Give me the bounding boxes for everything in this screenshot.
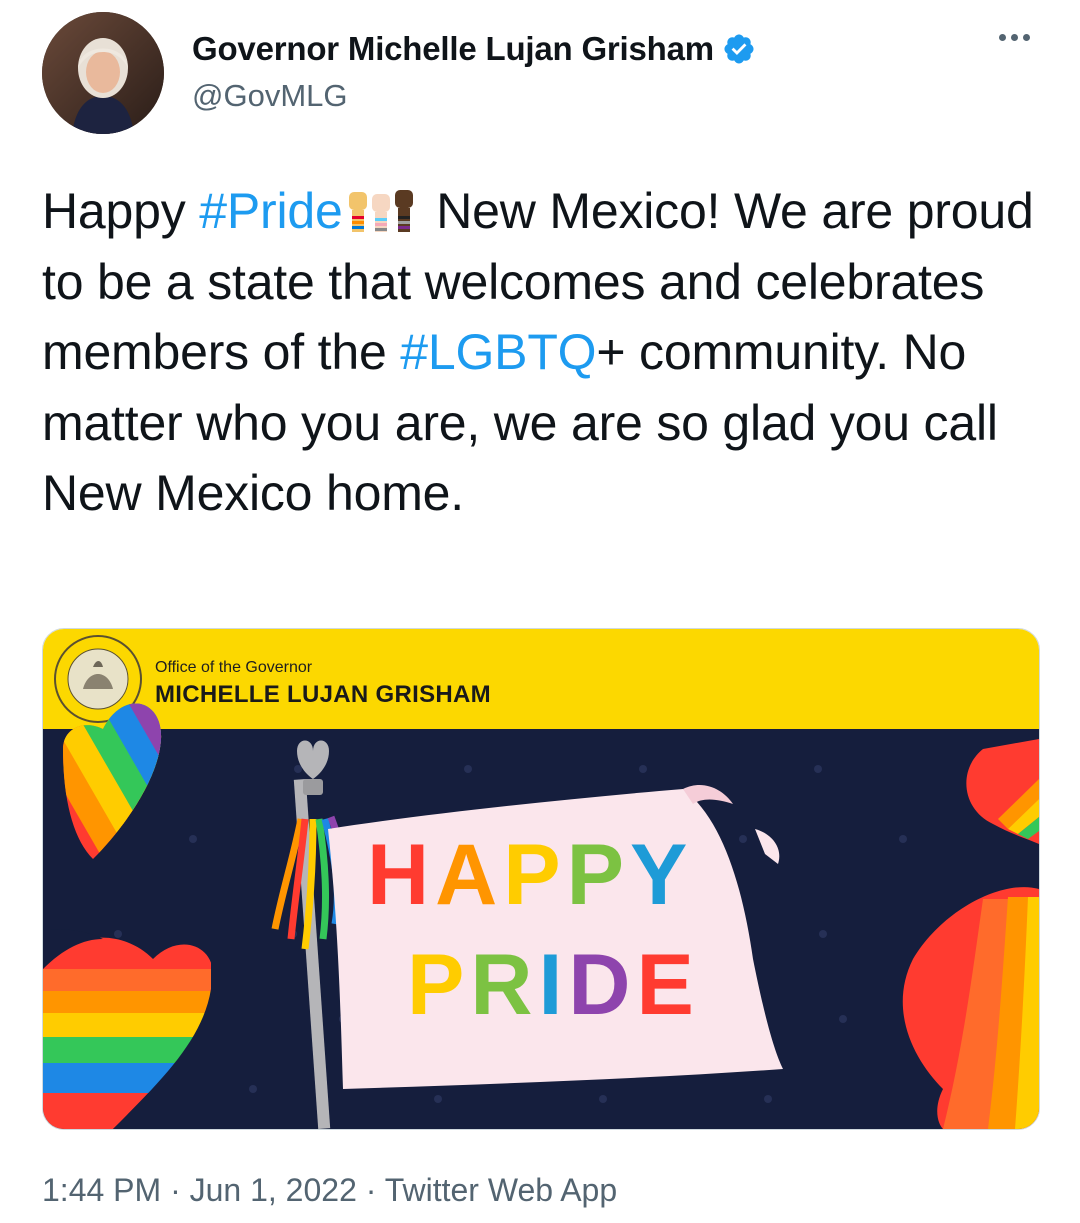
banner-letter: R: [470, 937, 538, 1033]
banner-line-1: HAPPY: [367, 827, 693, 923]
tweet-source[interactable]: Twitter Web App: [385, 1172, 617, 1208]
separator: ·: [170, 1172, 181, 1208]
tweet-header: Governor Michelle Lujan Grisham @GovMLG: [42, 12, 1042, 137]
avatar[interactable]: [42, 12, 164, 134]
banner-line-2: PRIDE: [407, 937, 700, 1033]
office-label: Office of the Governor: [155, 659, 313, 676]
media-card[interactable]: Office of the Governor MICHELLE LUJAN GR…: [42, 628, 1040, 1130]
tweet-text-part: Happy: [42, 183, 200, 239]
banner-letter: H: [367, 827, 435, 923]
author-display-name[interactable]: Governor Michelle Lujan Grisham: [192, 30, 714, 68]
banner-letter: D: [568, 937, 636, 1033]
author-handle[interactable]: @GovMLG: [192, 78, 348, 114]
governor-name-label: MICHELLE LUJAN GRISHAM: [155, 681, 491, 708]
tweet-date[interactable]: Jun 1, 2022: [190, 1172, 357, 1208]
tweet-metadata: 1:44 PM · Jun 1, 2022 · Twitter Web App: [42, 1172, 617, 1209]
author-row: Governor Michelle Lujan Grisham: [192, 30, 756, 68]
happy-pride-lettering: HAPPY PRIDE: [367, 827, 700, 1033]
raised-fists-emoji-icon: [348, 190, 413, 232]
banner-letter: P: [503, 827, 566, 923]
banner-letter: I: [538, 937, 568, 1033]
hashtag-link[interactable]: #Pride: [199, 183, 343, 239]
tweet-time[interactable]: 1:44 PM: [42, 1172, 161, 1208]
banner-letter: E: [637, 937, 700, 1033]
hashtag-link[interactable]: #LGBTQ: [400, 324, 596, 380]
banner-letter: P: [407, 937, 470, 1033]
verified-badge-icon: [724, 34, 754, 64]
separator: ·: [365, 1172, 377, 1208]
banner-letter: P: [567, 827, 630, 923]
banner-letter: Y: [630, 827, 693, 923]
tweet-text: Happy #Pride New Mexico! We are proud to…: [42, 176, 1042, 529]
more-options-icon[interactable]: [992, 22, 1036, 52]
banner-letter: A: [435, 827, 503, 923]
